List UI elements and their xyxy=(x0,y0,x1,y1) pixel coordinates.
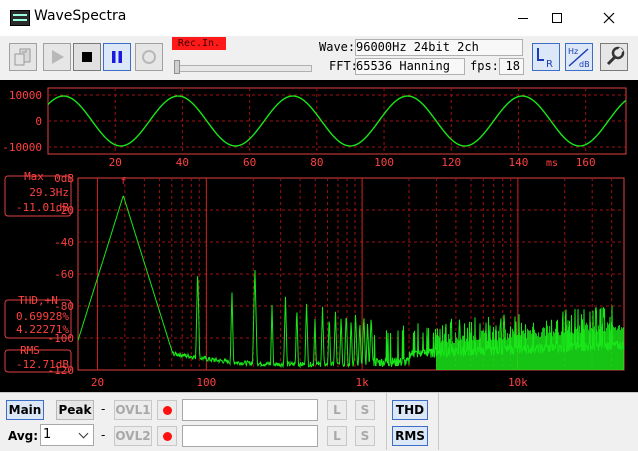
ovl2-load-button[interactable]: L xyxy=(327,426,347,446)
slider-thumb[interactable] xyxy=(174,60,180,74)
svg-text:R: R xyxy=(546,59,553,70)
spectrum-x-tick-label: 100 xyxy=(196,376,216,389)
settings-wrench-icon xyxy=(606,46,625,66)
max-level-value: -11.01dB xyxy=(16,201,69,214)
rms-button[interactable]: RMS xyxy=(392,426,428,446)
window-title: WaveSpectra xyxy=(34,8,127,24)
peak-marker-label: f xyxy=(121,177,126,187)
lr-channel-button[interactable]: R xyxy=(532,43,560,71)
import-button[interactable] xyxy=(9,43,37,71)
avg-value: 1 xyxy=(43,427,52,442)
thdn-value: 4.22271% xyxy=(16,323,69,336)
play-icon xyxy=(52,50,64,64)
bottom-panel xyxy=(0,392,638,451)
wave-value: 96000Hz 24bit 2ch xyxy=(356,40,479,54)
fft-label: FFT: xyxy=(329,59,358,73)
separator-dash: - xyxy=(101,428,106,442)
waveform-x-tick-label: 20 xyxy=(109,156,122,169)
play-button[interactable] xyxy=(43,43,71,71)
spectrum-x-tick-label: 20 xyxy=(91,376,104,389)
max-title: Max xyxy=(24,170,44,183)
spectrum-x-tick-label: 10k xyxy=(508,376,528,389)
waveform-x-unit-label: ms xyxy=(546,158,558,169)
ovl1-record-button[interactable] xyxy=(157,400,177,420)
waveform-x-tick-label: 60 xyxy=(243,156,256,169)
settings-button[interactable] xyxy=(600,43,628,71)
thd-title: THD,+N xyxy=(18,294,58,307)
hz-db-scale-icon: Hz dB xyxy=(568,47,590,69)
wave-field: 96000Hz 24bit 2ch xyxy=(355,39,523,56)
ovl2-button[interactable]: OVL2 xyxy=(114,426,152,446)
divider xyxy=(438,393,439,450)
svg-text:Hz: Hz xyxy=(568,47,578,56)
thd-value: 0.69928% xyxy=(16,310,69,323)
waveform-x-tick-label: 80 xyxy=(310,156,323,169)
fps-value: 18 xyxy=(505,59,520,73)
divider xyxy=(386,393,387,450)
close-icon xyxy=(603,12,615,24)
waveform-x-tick-label: 120 xyxy=(441,156,461,169)
ovl2-name-field[interactable] xyxy=(182,425,318,447)
import-icon xyxy=(14,48,31,66)
rms-value: -12.71dB xyxy=(16,358,69,371)
pause-icon xyxy=(112,51,122,63)
record-button[interactable] xyxy=(135,43,163,71)
spectrum-y-tick-label: -60 xyxy=(54,268,74,281)
avg-label: Avg: xyxy=(8,429,39,443)
app-icon xyxy=(10,10,30,26)
chevron-down-icon xyxy=(78,428,89,439)
ovl2-record-button[interactable] xyxy=(157,426,177,446)
minimize-icon xyxy=(518,17,528,19)
ovl2-save-button[interactable]: S xyxy=(355,426,375,446)
spectrum-y-tick-label: -40 xyxy=(54,236,74,249)
ovl1-button[interactable]: OVL1 xyxy=(114,400,152,420)
rms-title: RMS xyxy=(20,344,40,357)
stop-icon xyxy=(82,52,92,62)
waveform-display: 10000 0 -10000 20 40 60 80 100 120 140 160 ms xyxy=(2,87,627,169)
fft-field: 65536 Hanning xyxy=(355,58,465,75)
spectrum-display: 0dB-20-40-60-80-100-12020 100 1k 10kfMax29.… xyxy=(4,170,625,389)
waveform-y-tick-label: 0 xyxy=(35,115,42,128)
input-level-slider[interactable] xyxy=(174,65,312,72)
waveform-y-tick-label: -10000 xyxy=(2,141,42,154)
rec-input-label: Rec.In. xyxy=(172,37,226,50)
max-frequency-value: 29.3Hz xyxy=(29,186,69,199)
lr-channel-icon: R xyxy=(537,48,553,70)
waveform-x-tick-label: 40 xyxy=(176,156,189,169)
waveform-x-tick-label: 140 xyxy=(509,156,529,169)
hz-db-scale-button[interactable]: Hz dB xyxy=(565,43,593,71)
fft-value: 65536 Hanning xyxy=(356,59,450,73)
stop-button[interactable] xyxy=(73,43,101,71)
spectrum-x-tick-label: 1k xyxy=(355,376,369,389)
peak-button[interactable]: Peak xyxy=(56,400,94,420)
maximize-button[interactable] xyxy=(534,0,580,36)
spectrum-panel: 0dB -20 -40 -60 -80 -100 -120 20 100 1k 10k f Max 29.… xyxy=(0,170,638,392)
waveform-panel: 10000 0 -10000 20 40 60 80 100 120 140 160 ms xyxy=(0,80,638,170)
waveform-y-tick-label: 10000 xyxy=(9,89,42,102)
wave-label: Wave: xyxy=(319,40,356,54)
fps-field: 18 xyxy=(499,58,524,75)
main-button[interactable]: Main xyxy=(6,400,44,420)
ovl1-name-field[interactable] xyxy=(182,399,318,421)
close-button[interactable] xyxy=(586,0,632,36)
waveform-x-tick-label: 100 xyxy=(374,156,394,169)
separator-dash: - xyxy=(101,402,106,416)
svg-text:dB: dB xyxy=(579,60,590,69)
maximize-icon xyxy=(552,13,562,23)
record-icon xyxy=(142,50,156,64)
waveform-x-tick-label: 160 xyxy=(576,156,596,169)
fps-label: fps: xyxy=(470,59,499,73)
avg-select[interactable]: 1 xyxy=(40,424,94,446)
thd-button[interactable]: THD xyxy=(392,400,428,420)
title-bar: WaveSpectra xyxy=(0,0,638,36)
ovl1-load-button[interactable]: L xyxy=(327,400,347,420)
pause-button[interactable] xyxy=(103,43,131,71)
ovl1-save-button[interactable]: S xyxy=(355,400,375,420)
